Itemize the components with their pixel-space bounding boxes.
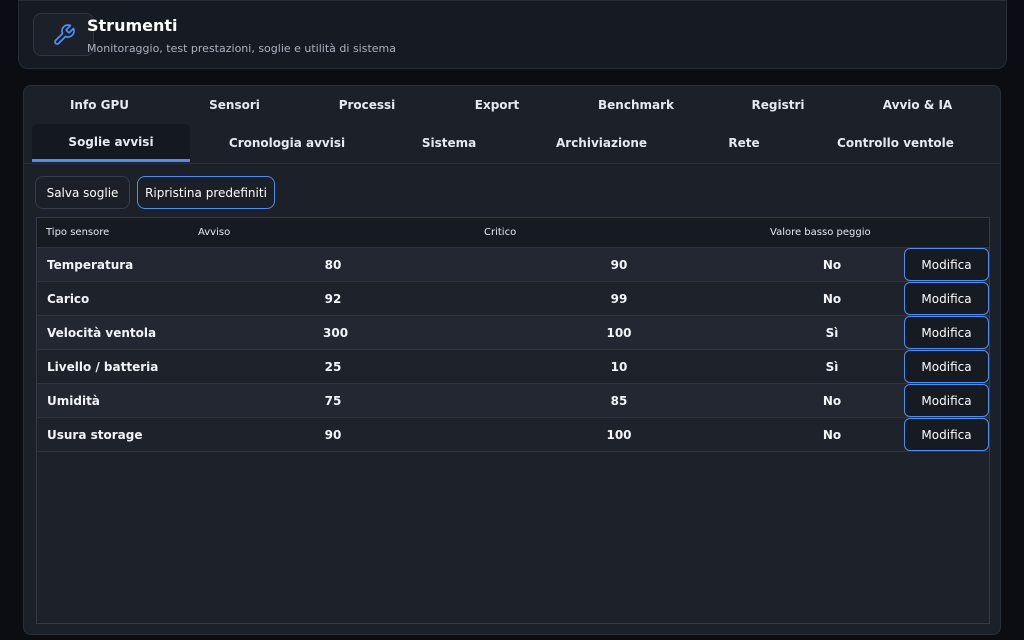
table-row: Umidità 75 85 No Modifica bbox=[37, 384, 989, 418]
tab-cronologia-avvisi[interactable]: Cronologia avvisi bbox=[190, 124, 384, 162]
sensor-name: Usura storage bbox=[47, 428, 143, 442]
low-is-worse-value: No bbox=[822, 292, 842, 306]
table-header: Tipo sensore Avviso Critico Valore basso… bbox=[37, 218, 989, 248]
column-header-warning: Avviso bbox=[198, 227, 231, 238]
low-is-worse-value: No bbox=[822, 394, 842, 408]
critical-value: 100 bbox=[606, 428, 632, 442]
tab-benchmark[interactable]: Benchmark bbox=[562, 86, 710, 124]
low-is-worse-value: No bbox=[822, 428, 842, 442]
low-is-worse-value: Sì bbox=[825, 326, 839, 340]
wrench-icon bbox=[33, 13, 94, 56]
sensor-name: Livello / batteria bbox=[47, 360, 159, 374]
tab-controllo-ventole[interactable]: Controllo ventole bbox=[799, 124, 992, 162]
sensor-name: Temperatura bbox=[47, 258, 134, 272]
tab-registri[interactable]: Registri bbox=[710, 86, 846, 124]
warning-value: 75 bbox=[324, 394, 342, 408]
critical-value: 99 bbox=[610, 292, 628, 306]
low-is-worse-value: Sì bbox=[825, 360, 839, 374]
column-header-sensor-type: Tipo sensore bbox=[46, 227, 110, 238]
edit-button[interactable]: Modifica bbox=[904, 418, 989, 451]
tab-info-gpu[interactable]: Info GPU bbox=[32, 86, 167, 124]
edit-button[interactable]: Modifica bbox=[904, 384, 989, 417]
column-header-critical: Critico bbox=[484, 227, 517, 238]
app-header: Strumenti Monitoraggio, test prestazioni… bbox=[18, 0, 1007, 69]
tools-panel: Info GPU Sensori Processi Export Benchma… bbox=[23, 85, 1001, 635]
column-header-low-is-worse: Valore basso peggio bbox=[770, 227, 871, 238]
critical-value: 100 bbox=[606, 326, 632, 340]
tab-sistema[interactable]: Sistema bbox=[384, 124, 514, 162]
page-subtitle: Monitoraggio, test prestazioni, soglie e… bbox=[87, 42, 396, 55]
tab-sensori[interactable]: Sensori bbox=[167, 86, 302, 124]
table-row: Velocità ventola 300 100 Sì Modifica bbox=[37, 316, 989, 350]
tab-export[interactable]: Export bbox=[432, 86, 562, 124]
thresholds-table: Tipo sensore Avviso Critico Valore basso… bbox=[36, 217, 990, 624]
tab-processi[interactable]: Processi bbox=[302, 86, 432, 124]
warning-value: 300 bbox=[323, 326, 349, 340]
warning-value: 92 bbox=[324, 292, 342, 306]
tab-archiviazione[interactable]: Archiviazione bbox=[514, 124, 689, 162]
page-title: Strumenti bbox=[87, 16, 178, 35]
edit-button[interactable]: Modifica bbox=[904, 316, 989, 349]
table-row: Carico 92 99 No Modifica bbox=[37, 282, 989, 316]
tab-rete[interactable]: Rete bbox=[689, 124, 799, 162]
warning-value: 80 bbox=[324, 258, 342, 272]
edit-button[interactable]: Modifica bbox=[904, 282, 989, 315]
sensor-name: Carico bbox=[47, 292, 90, 306]
save-thresholds-button[interactable]: Salva soglie bbox=[35, 176, 130, 209]
low-is-worse-value: No bbox=[822, 258, 842, 272]
sensor-name: Umidità bbox=[47, 394, 100, 408]
table-row: Usura storage 90 100 No Modifica bbox=[37, 418, 989, 452]
tab-row-secondary: Soglie avvisi Cronologia avvisi Sistema … bbox=[32, 124, 992, 162]
warning-value: 25 bbox=[324, 360, 342, 374]
critical-value: 85 bbox=[610, 394, 628, 408]
tabs-divider bbox=[24, 163, 1000, 164]
critical-value: 10 bbox=[610, 360, 628, 374]
sensor-name: Velocità ventola bbox=[47, 326, 157, 340]
reset-defaults-button[interactable]: Ripristina predefiniti bbox=[137, 176, 275, 209]
tab-avvio-ia[interactable]: Avvio & IA bbox=[846, 86, 989, 124]
warning-value: 90 bbox=[324, 428, 342, 442]
tab-soglie-avvisi[interactable]: Soglie avvisi bbox=[32, 124, 190, 162]
tab-row-primary: Info GPU Sensori Processi Export Benchma… bbox=[32, 86, 992, 124]
edit-button[interactable]: Modifica bbox=[904, 248, 989, 281]
table-row: Temperatura 80 90 No Modifica bbox=[37, 248, 989, 282]
critical-value: 90 bbox=[610, 258, 628, 272]
edit-button[interactable]: Modifica bbox=[904, 350, 989, 383]
table-row: Livello / batteria 25 10 Sì Modifica bbox=[37, 350, 989, 384]
